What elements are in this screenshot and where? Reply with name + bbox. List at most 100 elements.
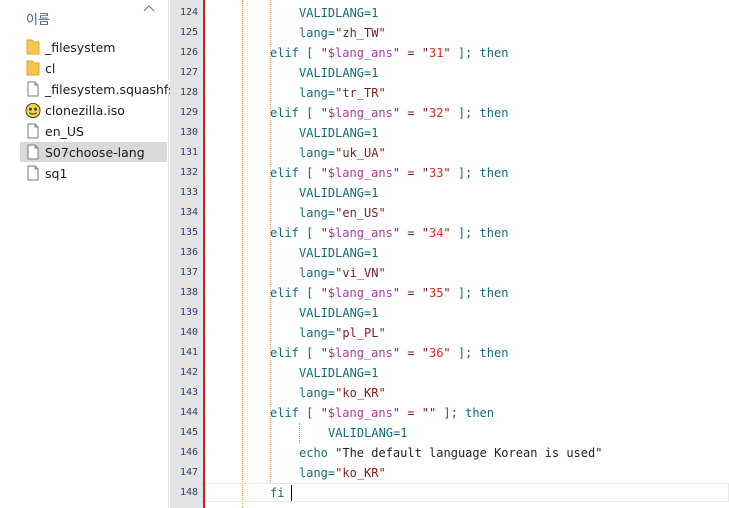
code-line[interactable]: lang="pl_PL" [299,323,386,343]
code-line[interactable]: VALIDLANG=1 [299,303,378,323]
code-token: lang= [299,466,336,480]
code-line[interactable]: fi [270,483,284,503]
file-explorer-pane: 이름 _filesystem cl _filesystem.squashfsclon… [0,0,175,508]
code-token: " [320,406,328,420]
code-token: lang= [299,326,336,340]
line-number: 125 [179,27,198,38]
line-number: 143 [179,387,198,398]
code-token: "zh_TW" [335,26,386,40]
indent-guide [299,423,300,443]
code-token: lang= [299,386,336,400]
file-list-item[interactable]: clonezilla.iso [20,100,167,120]
code-token: elif [ [270,286,321,300]
code-token: 36 [428,346,444,360]
line-number: 129 [179,107,198,118]
line-number: 128 [179,87,198,98]
line-number: 148 [179,487,198,498]
code-token: ]; then [450,346,509,360]
text-caret [291,485,292,501]
code-line[interactable]: elif [ "$lang_ans" = "31" ]; then [270,43,508,63]
line-number: 142 [179,367,198,378]
code-line[interactable]: echo "The default language Korean is use… [299,443,602,463]
code-token: "ko_KR" [335,386,386,400]
code-token: fi [270,486,285,500]
line-number: 141 [179,347,198,358]
file-list-item[interactable]: S07choose-lang [20,142,167,162]
code-line[interactable]: elif [ "$lang_ans" = "33" ]; then [270,163,508,183]
line-number: 137 [179,267,198,278]
code-line[interactable]: lang="en_US" [299,203,386,223]
code-line[interactable]: lang="vi_VN" [299,263,386,283]
line-number: 127 [179,67,198,78]
code-line[interactable]: elif [ "$lang_ans" = "35" ]; then [270,283,508,303]
code-token: echo [299,446,336,460]
code-token: "The default language Korean is used" [335,446,603,460]
code-token: " = " [392,346,429,360]
code-line[interactable]: lang="ko_KR" [299,383,386,403]
code-token: " [320,286,328,300]
code-token: VALIDLANG=1 [299,366,379,380]
code-line[interactable]: lang="ko_KR" [299,463,386,483]
disc-image-icon [25,101,41,119]
code-token: $lang_ans [327,166,393,180]
code-line[interactable]: elif [ "$lang_ans" = "34" ]; then [270,223,508,243]
code-line[interactable]: VALIDLANG=1 [328,423,407,443]
file-icon [25,143,41,161]
sort-chevron-up-icon[interactable] [143,3,155,13]
code-token: " = " [392,226,429,240]
code-token: elif [ [270,346,321,360]
code-token: 33 [428,166,444,180]
code-token: " = " [392,46,429,60]
line-number: 130 [179,127,198,138]
code-token: 35 [428,286,444,300]
code-token: " = " [392,106,429,120]
code-token: 32 [428,106,444,120]
code-line[interactable]: lang="tr_TR" [299,83,386,103]
code-line[interactable]: VALIDLANG=1 [299,243,378,263]
code-line[interactable]: lang="uk_UA" [299,143,386,163]
code-line[interactable]: VALIDLANG=1 [299,63,378,83]
code-line[interactable]: VALIDLANG=1 [299,3,378,23]
code-token: VALIDLANG=1 [299,186,379,200]
code-token: VALIDLANG=1 [299,306,379,320]
code-token: ]; then [450,106,509,120]
file-list-item[interactable]: en_US [20,121,167,141]
code-token: " = " [392,286,429,300]
file-list-item[interactable]: _filesystem [20,37,167,57]
code-token: " [320,46,328,60]
file-list-item[interactable]: sq1 [20,163,167,183]
code-line[interactable]: lang="zh_TW" [299,23,386,43]
file-name-label: sq1 [45,165,68,181]
code-token: " = " [392,166,429,180]
code-line[interactable]: VALIDLANG=1 [299,183,378,203]
code-token: " [320,226,328,240]
line-number: 147 [179,467,198,478]
code-token: VALIDLANG=1 [299,6,379,20]
code-token: "en_US" [335,206,386,220]
file-name-label: _filesystem.squashfs [45,81,175,97]
code-token: elif [ [270,46,321,60]
pane-splitter[interactable] [168,0,169,508]
code-token: " [443,46,451,60]
folder-icon [25,38,41,56]
file-list-item[interactable]: _filesystem.squashfs [20,79,175,99]
code-token: " [443,286,451,300]
code-line[interactable]: elif [ "$lang_ans" = "" ]; then [270,403,494,423]
line-number: 138 [179,287,198,298]
file-list-item[interactable]: cl [20,58,167,78]
code-editor[interactable]: 124 125 126 127 128 129 130 131 132 133 134 135 136 1… [170,0,729,508]
code-token: ]; then [450,226,509,240]
code-token: $lang_ans [327,46,393,60]
code-line[interactable]: VALIDLANG=1 [299,123,378,143]
code-token: elif [ [270,106,321,120]
code-token: " [443,106,451,120]
code-token: elif [ [270,226,321,240]
indent-guide [242,0,243,508]
code-line[interactable]: elif [ "$lang_ans" = "36" ]; then [270,343,508,363]
code-token: " [320,346,328,360]
code-line[interactable]: VALIDLANG=1 [299,363,378,383]
name-column-header[interactable]: 이름 [26,9,50,28]
code-line[interactable]: elif [ "$lang_ans" = "32" ]; then [270,103,508,123]
file-name-label: clonezilla.iso [45,102,125,118]
line-number: 124 [179,7,198,18]
